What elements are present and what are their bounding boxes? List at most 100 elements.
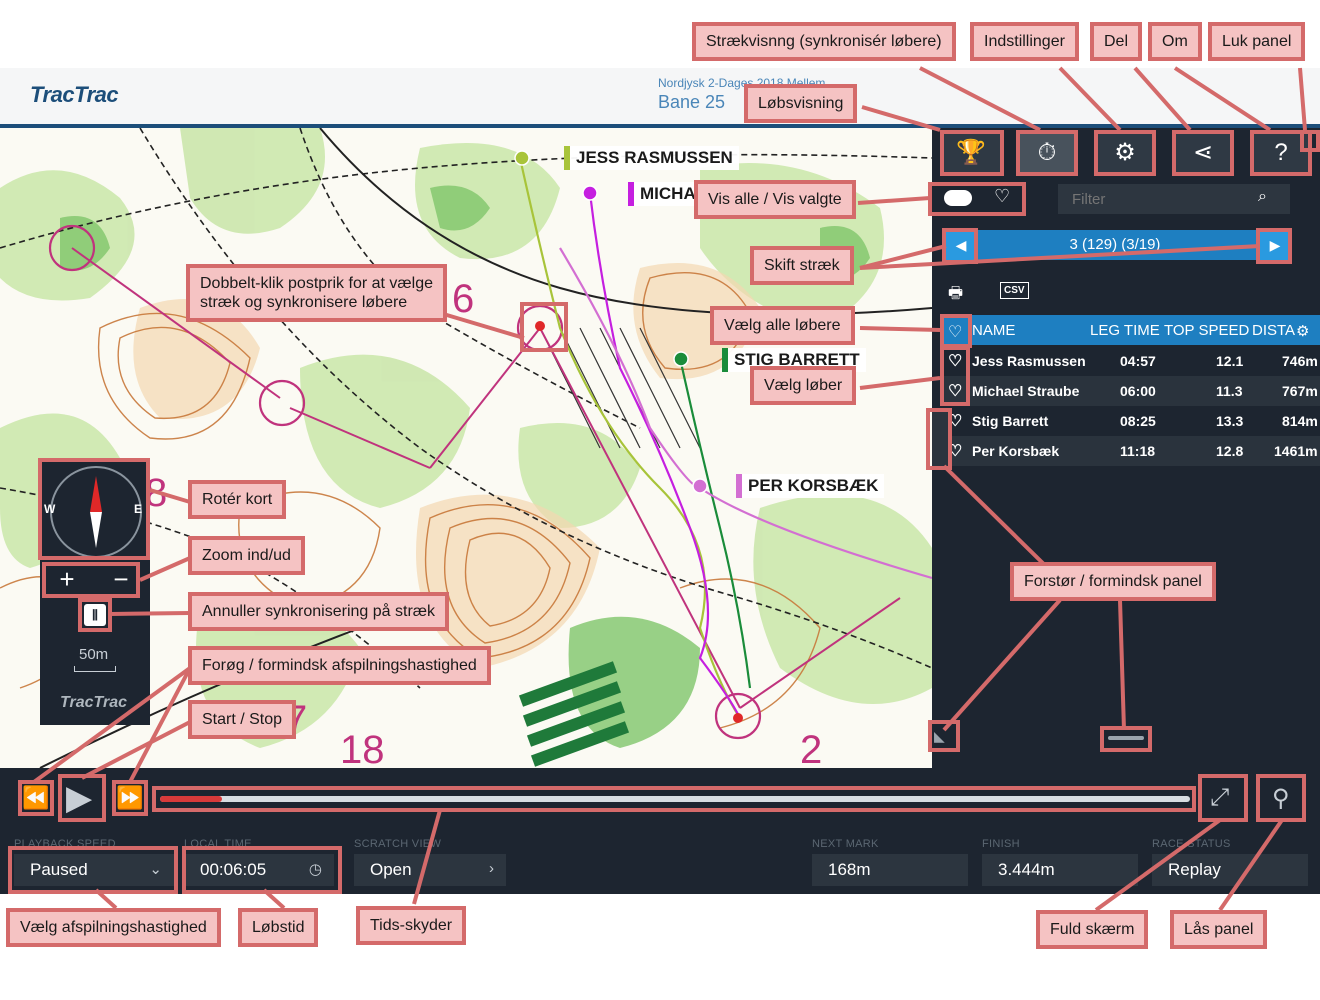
column-top-speed[interactable]: TOP SPEED xyxy=(1164,322,1249,339)
callout-double-click-line1: Dobbelt-klik postprik for at vælge xyxy=(200,275,433,292)
highlight-forward xyxy=(112,780,148,816)
highlight-fullscreen xyxy=(1198,774,1248,822)
callout-select-runner: Vælg løber xyxy=(750,366,857,405)
highlight-cancel-sync xyxy=(78,598,112,632)
control-number-18: 18 xyxy=(340,728,385,768)
callout-lock-panel: Lås panel xyxy=(1170,910,1268,949)
runner-label-jess[interactable]: JESS RASMUSSEN xyxy=(564,146,739,170)
callout-switch-leg: Skift stræk xyxy=(750,246,854,285)
highlight-race-view xyxy=(940,130,1004,176)
table-row[interactable]: ♡ Per Korsbæk 11:18 12.8 1461m xyxy=(942,436,1320,466)
scratch-view-field[interactable]: Open › xyxy=(354,854,506,886)
table-row[interactable]: ♡ Jess Rasmussen 04:57 12.1 746m xyxy=(942,346,1320,376)
column-settings-icon[interactable]: ⚙ xyxy=(1296,322,1309,340)
highlight-local-time xyxy=(182,846,342,894)
runner-name: Stig Barrett xyxy=(972,413,1049,429)
top-speed: 12.8 xyxy=(1216,443,1244,459)
highlight-lock xyxy=(1256,774,1306,822)
highlight-resize-corner xyxy=(928,720,960,752)
callout-choose-speed: Vælg afspilningshastighed xyxy=(6,908,221,947)
highlight-resize-bottom xyxy=(1100,726,1152,752)
highlight-prev-leg xyxy=(942,228,978,264)
distance: 767m xyxy=(1282,383,1318,399)
callout-speed: Forøg / formindsk afspilningshastighed xyxy=(188,646,491,685)
distance: 746m xyxy=(1282,353,1318,369)
leg-time: 08:25 xyxy=(1120,413,1156,429)
highlight-leg-view xyxy=(1016,130,1078,176)
callout-zoom: Zoom ind/ud xyxy=(188,536,305,575)
search-icon[interactable]: ⌕ xyxy=(1258,188,1267,206)
runner-name: Jess Rasmussen xyxy=(972,353,1086,369)
next-mark-field: 168m xyxy=(812,854,968,886)
highlight-time-slider xyxy=(152,786,1196,812)
runner-table-header: ♡ NAME LEG TIME TOP SPEED DISTA ⚙ xyxy=(942,315,1320,345)
callout-start-stop: Start / Stop xyxy=(188,700,297,739)
highlight-share xyxy=(1172,130,1234,176)
finish-value: 3.444m xyxy=(998,860,1055,879)
highlight-show-all xyxy=(928,182,1026,216)
leg-label: 3 (129) (3/19) xyxy=(1069,236,1161,253)
column-distance[interactable]: DISTA xyxy=(1252,322,1295,339)
callout-close-panel: Luk panel xyxy=(1208,22,1306,61)
highlight-playback-speed xyxy=(8,846,178,894)
callout-double-click: Dobbelt-klik postprik for at vælge stræk… xyxy=(186,264,447,322)
race-status-value: Replay xyxy=(1168,860,1221,879)
callout-cancel-sync: Annuller synkronisering på stræk xyxy=(188,592,449,631)
distance: 814m xyxy=(1282,413,1318,429)
runner-label-michael[interactable]: MICHA xyxy=(628,182,702,206)
highlight-next-leg xyxy=(1256,228,1292,264)
runner-name: Michael Straube xyxy=(972,383,1080,399)
callout-leg-view: Strækvisnng (synkronisér løbere) xyxy=(692,22,956,61)
callout-about: Om xyxy=(1148,22,1202,61)
highlight-select-all xyxy=(940,314,972,348)
filter-input[interactable] xyxy=(1058,184,1290,214)
callout-share: Del xyxy=(1090,22,1143,61)
table-row[interactable]: ♡ Michael Straube 06:00 11.3 767m xyxy=(942,376,1320,406)
highlight-select-runner xyxy=(940,346,970,406)
map-scale-label: 50m xyxy=(79,646,109,663)
callout-fullscreen: Fuld skærm xyxy=(1036,910,1149,949)
highlight-zoom xyxy=(42,562,140,598)
race-status-label: RACE STATUS xyxy=(1152,838,1231,850)
callout-resize-panel: Forstør / formindsk panel xyxy=(1010,562,1216,601)
scratch-view-label: SCRATCH VIEW xyxy=(354,838,442,850)
runner-label-per[interactable]: PER KORSBÆK xyxy=(736,474,885,498)
callout-race-time: Løbstid xyxy=(238,908,319,947)
next-mark-value: 168m xyxy=(828,860,871,879)
callout-race-view: Løbsvisning xyxy=(744,84,858,123)
column-leg-time[interactable]: LEG TIME xyxy=(1090,322,1160,339)
tractrac-logo[interactable]: TracTrac xyxy=(30,82,119,108)
event-title: Bane 25 xyxy=(658,92,726,112)
callout-rotate-map: Rotér kort xyxy=(188,480,287,519)
callout-double-click-line2: stræk og synkronisere løbere xyxy=(200,294,408,311)
highlight-play xyxy=(58,774,106,822)
csv-export-icon[interactable]: CSV xyxy=(1000,282,1029,299)
race-status-field: Replay xyxy=(1152,854,1308,886)
highlight-control-point xyxy=(520,302,568,352)
panel-logo: TracTrac xyxy=(60,694,128,711)
finish-field: 3.444m xyxy=(982,854,1138,886)
highlight-rewind xyxy=(18,780,54,816)
leg-time: 11:18 xyxy=(1120,443,1156,459)
control-number-6: 6 xyxy=(452,277,474,321)
runner-name: Per Korsbæk xyxy=(972,443,1060,459)
distance: 1461m xyxy=(1274,443,1318,459)
column-name[interactable]: NAME xyxy=(972,322,1015,339)
control-number-2: 2 xyxy=(800,728,822,768)
chevron-right-icon: › xyxy=(489,860,494,877)
highlight-close-panel xyxy=(1300,130,1320,152)
highlight-collapse-handle xyxy=(926,408,952,470)
top-speed: 11.3 xyxy=(1216,383,1243,399)
highlight-compass xyxy=(38,458,150,560)
map-scale-bar xyxy=(74,666,116,672)
print-icon[interactable]: 🖶 xyxy=(948,282,963,309)
leg-time: 06:00 xyxy=(1120,383,1156,399)
callout-settings: Indstillinger xyxy=(970,22,1079,61)
callout-select-all: Vælg alle løbere xyxy=(710,306,855,345)
table-row[interactable]: ♡ Stig Barrett 08:25 13.3 814m xyxy=(942,406,1320,436)
callout-time-slider: Tids-skyder xyxy=(356,906,467,945)
finish-label: FINISH xyxy=(982,838,1020,850)
scratch-view-value: Open xyxy=(370,860,412,879)
callout-show-all: Vis alle / Vis valgte xyxy=(694,180,856,219)
leg-time: 04:57 xyxy=(1120,353,1156,369)
